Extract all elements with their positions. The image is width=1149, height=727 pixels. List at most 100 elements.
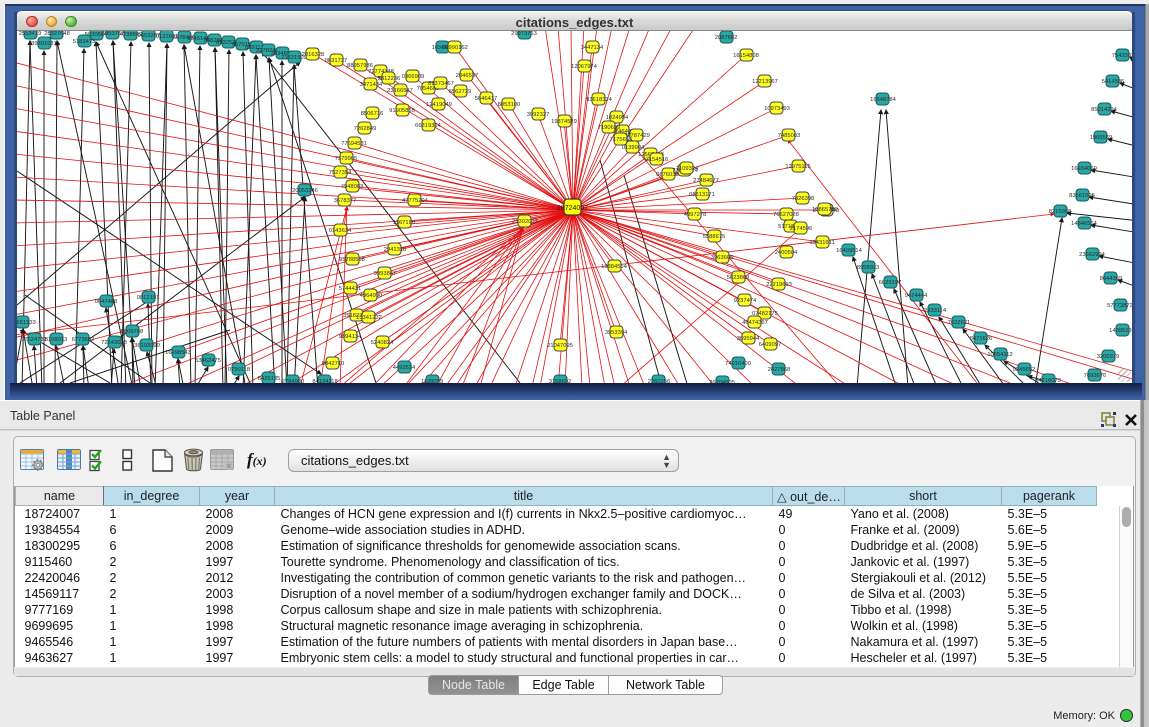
svg-text:1167190: 1167190 xyxy=(393,220,415,226)
svg-text:21047095: 21047095 xyxy=(547,343,573,349)
svg-text:8053100: 8053100 xyxy=(498,102,521,108)
svg-text:15865780: 15865780 xyxy=(812,207,838,213)
svg-text:2427868: 2427868 xyxy=(768,367,791,373)
svg-text:1128059: 1128059 xyxy=(421,379,443,383)
svg-text:16409514: 16409514 xyxy=(836,248,863,254)
svg-text:47775204: 47775204 xyxy=(402,198,429,204)
svg-text:3953394: 3953394 xyxy=(605,330,628,336)
svg-text:25302033: 25302033 xyxy=(512,219,538,225)
svg-text:7190659: 7190659 xyxy=(598,125,621,131)
svg-text:16934060: 16934060 xyxy=(1071,166,1097,172)
svg-text:9894134: 9894134 xyxy=(339,334,362,340)
svg-text:16154808: 16154808 xyxy=(733,53,759,59)
svg-text:0812191: 0812191 xyxy=(137,295,160,301)
svg-text:4493534: 4493534 xyxy=(393,365,416,371)
svg-text:8215958: 8215958 xyxy=(1049,209,1072,215)
svg-text:7826398: 7826398 xyxy=(792,196,815,202)
svg-text:7379965: 7379965 xyxy=(335,156,358,162)
svg-text:0799118: 0799118 xyxy=(228,367,250,373)
svg-text:3158692: 3158692 xyxy=(549,379,572,383)
svg-text:85014294: 85014294 xyxy=(1091,107,1118,113)
svg-text:0647468: 0647468 xyxy=(95,299,118,305)
svg-text:5646417: 5646417 xyxy=(475,96,498,102)
svg-text:9474444: 9474444 xyxy=(905,293,928,299)
svg-text:18724007: 18724007 xyxy=(557,205,588,212)
svg-text:29973763: 29973763 xyxy=(511,31,537,37)
svg-text:5588675: 5588675 xyxy=(703,234,726,240)
svg-text:39301031: 39301031 xyxy=(31,41,57,47)
svg-text:2016328: 2016328 xyxy=(302,52,325,58)
svg-text:5744431: 5744431 xyxy=(339,286,362,292)
svg-text:19384554: 19384554 xyxy=(601,264,628,270)
svg-text:1024994: 1024994 xyxy=(606,115,629,121)
svg-text:57773872: 57773872 xyxy=(1107,303,1132,309)
svg-text:23662994: 23662994 xyxy=(1079,252,1106,258)
svg-text:2087682: 2087682 xyxy=(715,35,738,41)
svg-text:0143634: 0143634 xyxy=(329,228,352,234)
svg-text:6562729: 6562729 xyxy=(449,89,472,95)
svg-text:0366909: 0366909 xyxy=(402,74,425,80)
svg-text:34216073: 34216073 xyxy=(1035,378,1061,383)
svg-text:2784980: 2784980 xyxy=(282,379,305,383)
svg-text:89373467: 89373467 xyxy=(428,81,454,87)
svg-text:5623869: 5623869 xyxy=(727,275,750,281)
svg-text:5240824: 5240824 xyxy=(371,340,394,346)
svg-text:6629197: 6629197 xyxy=(879,280,902,286)
svg-text:8044369: 8044369 xyxy=(1100,276,1123,282)
svg-text:2174596: 2174596 xyxy=(790,226,813,232)
svg-text:14846564: 14846564 xyxy=(1071,221,1098,227)
svg-text:95788568: 95788568 xyxy=(339,257,365,263)
svg-text:3471434: 3471434 xyxy=(360,82,383,88)
svg-text:8108013: 8108013 xyxy=(45,337,68,343)
svg-text:46474367: 46474367 xyxy=(742,320,768,326)
svg-text:2260256: 2260256 xyxy=(648,379,671,383)
svg-text:16648784: 16648784 xyxy=(870,97,897,103)
svg-text:72343098: 72343098 xyxy=(101,340,127,346)
svg-text:6773602: 6773602 xyxy=(72,337,95,343)
svg-text:2933114: 2933114 xyxy=(924,308,947,314)
svg-text:72624731: 72624731 xyxy=(21,337,47,343)
svg-text:12213967: 12213967 xyxy=(752,79,778,85)
svg-text:84124118: 84124118 xyxy=(312,379,337,383)
svg-text:08613171: 08613171 xyxy=(689,192,715,198)
svg-text:76627028: 76627028 xyxy=(773,212,799,218)
svg-text:7527354: 7527354 xyxy=(329,170,352,176)
svg-text:7175655: 7175655 xyxy=(610,137,633,143)
svg-text:23166587: 23166587 xyxy=(387,88,413,94)
svg-text:3200379: 3200379 xyxy=(1097,354,1120,360)
svg-text:3695944: 3695944 xyxy=(737,336,760,342)
svg-text:06990162: 06990162 xyxy=(442,45,468,51)
svg-text:93618324: 93618324 xyxy=(586,97,613,103)
svg-text:22219693: 22219693 xyxy=(766,282,792,288)
svg-text:12975115: 12975115 xyxy=(785,164,810,170)
svg-text:3092327: 3092327 xyxy=(527,112,550,118)
svg-text:0831727: 0831727 xyxy=(325,58,348,64)
svg-text:7632621: 7632621 xyxy=(948,320,971,326)
svg-text:20053346: 20053346 xyxy=(292,188,318,194)
svg-text:9993867: 9993867 xyxy=(374,271,397,277)
svg-text:5812236: 5812236 xyxy=(378,76,401,82)
svg-text:10654112: 10654112 xyxy=(987,352,1012,358)
svg-text:66319314: 66319314 xyxy=(415,123,442,129)
svg-text:27484677: 27484677 xyxy=(693,178,719,184)
svg-text:83561595: 83561595 xyxy=(1069,193,1095,199)
svg-text:13341232: 13341232 xyxy=(356,315,382,321)
svg-text:3963605: 3963605 xyxy=(711,255,734,261)
svg-text:5414586: 5414586 xyxy=(1102,79,1125,85)
svg-text:7262849: 7262849 xyxy=(354,126,377,132)
svg-text:7485003: 7485003 xyxy=(778,133,801,139)
svg-text:3678377: 3678377 xyxy=(334,198,357,204)
svg-text:26204505: 26204505 xyxy=(709,380,735,383)
svg-text:5009788: 5009788 xyxy=(121,329,144,335)
svg-text:28327648: 28327648 xyxy=(44,31,70,37)
svg-text:2941318: 2941318 xyxy=(384,247,407,253)
svg-text:1965569: 1965569 xyxy=(1090,135,1113,141)
svg-text:74016400: 74016400 xyxy=(725,361,751,367)
svg-text:4948083: 4948083 xyxy=(341,184,364,190)
svg-text:4997278: 4997278 xyxy=(684,212,707,218)
svg-text:2046537: 2046537 xyxy=(456,73,479,79)
svg-text:12067974: 12067974 xyxy=(571,64,598,70)
svg-text:16998543: 16998543 xyxy=(165,350,191,356)
svg-text:8425135: 8425135 xyxy=(258,376,281,382)
svg-text:77694531: 77694531 xyxy=(341,141,367,147)
